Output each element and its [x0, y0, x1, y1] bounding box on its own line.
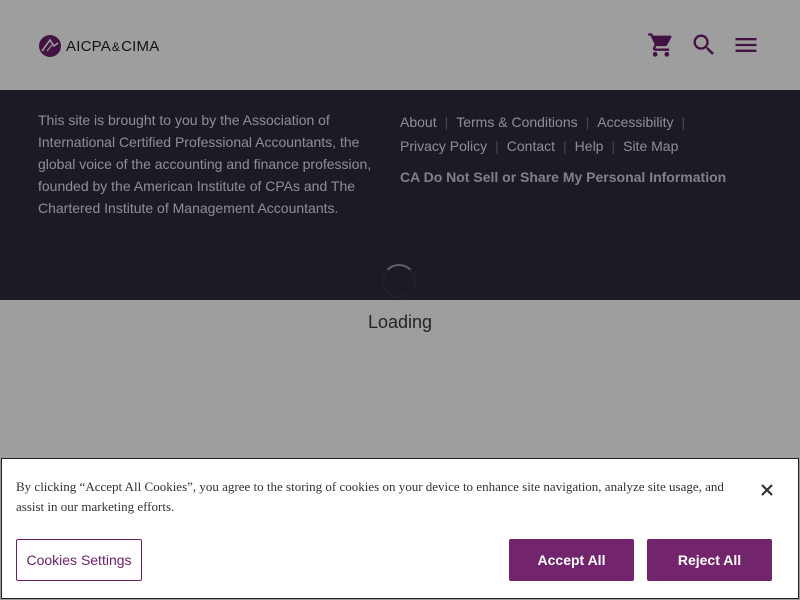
reject-all-button[interactable]: Reject All — [647, 539, 772, 581]
close-icon[interactable] — [756, 479, 778, 501]
cookie-message: By clicking “Accept All Cookies”, you ag… — [16, 479, 724, 514]
cookies-settings-button[interactable]: Cookies Settings — [16, 539, 142, 581]
cookie-consent-banner: By clicking “Accept All Cookies”, you ag… — [1, 458, 799, 599]
accept-all-button[interactable]: Accept All — [509, 539, 634, 581]
